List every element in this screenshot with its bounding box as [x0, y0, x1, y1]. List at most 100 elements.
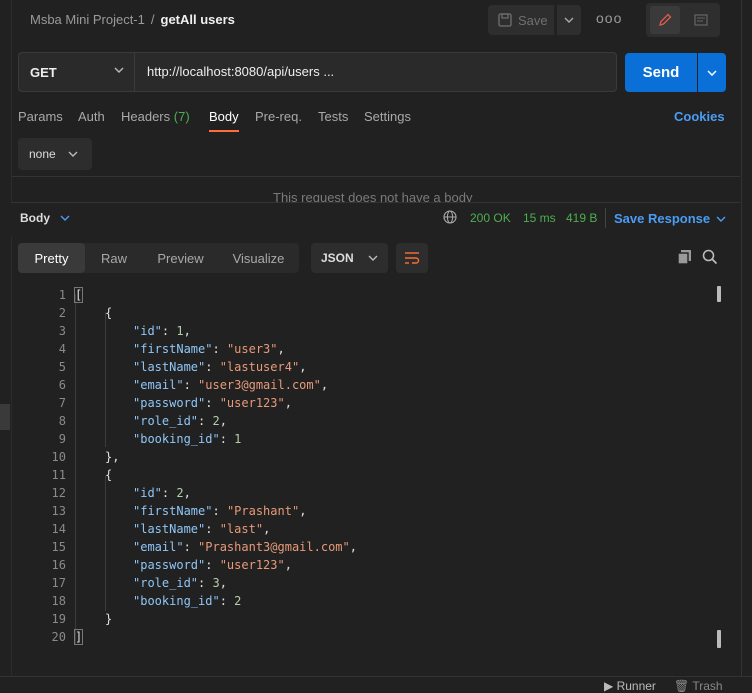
status-badge[interactable]: 200 OK — [470, 211, 511, 225]
code-line: "lastName": "last", — [133, 522, 271, 536]
tab-preview[interactable]: Preview — [143, 243, 218, 273]
send-button[interactable]: Send — [625, 53, 697, 92]
breadcrumb-separator: / — [150, 12, 155, 27]
save-response-label: Save Response — [614, 211, 711, 226]
trash-button[interactable]: 🗑 Trash — [674, 679, 723, 693]
code-line: "password": "user123", — [133, 558, 292, 572]
line-number: 14 — [51, 522, 66, 536]
cookies-link[interactable]: Cookies — [674, 109, 725, 124]
line-number: 19 — [51, 612, 66, 626]
response-body-label: Body — [20, 211, 50, 225]
scrollbar-thumb[interactable] — [717, 630, 721, 648]
format-select[interactable]: JSON — [311, 243, 388, 273]
edit-button[interactable] — [650, 6, 680, 34]
tab-auth[interactable]: Auth — [78, 109, 105, 124]
line-number: 10 — [51, 450, 66, 464]
response-size[interactable]: 419 B — [566, 211, 597, 225]
line-number: 12 — [51, 486, 66, 500]
indent-guide — [105, 476, 106, 611]
save-icon — [498, 13, 512, 27]
line-number: 17 — [51, 576, 66, 590]
response-time[interactable]: 15 ms — [523, 211, 556, 225]
active-tab-indicator — [209, 130, 239, 132]
code-line: "booking_id": 1 — [133, 432, 242, 446]
code-line: "lastName": "lastuser4", — [133, 360, 307, 374]
tab-prereq[interactable]: Pre-req. — [255, 109, 302, 124]
divider — [605, 208, 606, 228]
document-icon — [694, 14, 708, 26]
code-line: "role_id": 3, — [133, 576, 227, 590]
line-number: 15 — [51, 540, 66, 554]
trash-label: Trash — [692, 679, 723, 693]
breadcrumb-collection[interactable]: Msba Mini Project-1 — [30, 12, 145, 27]
code-line: [ — [73, 287, 84, 303]
chevron-down-icon — [68, 151, 78, 157]
code-line: } — [105, 612, 113, 626]
save-button[interactable]: Save — [488, 5, 554, 35]
tab-settings[interactable]: Settings — [364, 109, 411, 124]
code-line: "email": "Prashant3@gmail.com", — [133, 540, 357, 554]
code-line: "password": "user123", — [133, 396, 292, 410]
body-type-label: none — [29, 147, 56, 161]
chevron-down-icon — [368, 255, 378, 261]
code-line: "firstName": "user3", — [133, 342, 285, 356]
tab-params[interactable]: Params — [18, 109, 63, 124]
line-number: 5 — [58, 360, 66, 374]
breadcrumb-request[interactable]: getAll users — [161, 12, 235, 27]
line-number: 18 — [51, 594, 66, 608]
search-button[interactable] — [702, 249, 718, 270]
code-line: "firstName": "Prashant", — [133, 504, 307, 518]
headers-count-badge: (7) — [173, 109, 190, 124]
runner-button[interactable]: ▶ Runner — [604, 679, 656, 693]
right-tool-group — [646, 3, 720, 37]
indent-guide — [105, 312, 106, 447]
wrap-icon — [405, 252, 420, 264]
body-type-select[interactable]: none — [18, 138, 92, 170]
sidebar-resize-handle[interactable] — [0, 404, 10, 430]
save-label: Save — [518, 12, 548, 28]
url-input[interactable]: http://localhost:8080/api/users ... — [147, 64, 334, 79]
save-response-button[interactable]: Save Response — [614, 211, 726, 226]
code-line: "booking_id": 2 — [133, 594, 242, 608]
line-number: 7 — [58, 396, 66, 410]
more-options-button[interactable]: ooo — [596, 10, 622, 26]
line-number: 20 — [51, 630, 66, 644]
divider — [11, 176, 740, 177]
chevron-down-icon — [716, 216, 726, 222]
save-dropdown-button[interactable] — [557, 5, 581, 35]
line-number: 16 — [51, 558, 66, 572]
response-code-editor[interactable]: 1 2 3 4 5 6 7 8 9 10 11 12 13 14 15 16 1… — [11, 284, 716, 654]
code-line: }, — [105, 450, 120, 464]
copy-button[interactable] — [677, 249, 693, 270]
response-body-select[interactable]: Body — [20, 211, 70, 225]
tab-pretty[interactable]: Pretty — [18, 243, 85, 273]
send-dropdown-button[interactable] — [698, 53, 726, 92]
tab-raw[interactable]: Raw — [85, 243, 143, 273]
tab-visualize[interactable]: Visualize — [218, 243, 299, 273]
method-label: GET — [30, 64, 57, 80]
line-number: 1 — [58, 288, 66, 302]
tab-headers[interactable]: Headers (7) — [121, 109, 190, 124]
code-line: "role_id": 2, — [133, 414, 227, 428]
method-select[interactable]: GET — [19, 53, 135, 91]
tab-body[interactable]: Body — [209, 109, 239, 124]
line-number: 13 — [51, 504, 66, 518]
wrap-lines-button[interactable] — [396, 243, 428, 273]
breadcrumb: Msba Mini Project-1 / getAll users — [30, 12, 235, 27]
tab-headers-label: Headers — [121, 109, 171, 124]
indent-guide — [75, 294, 76, 644]
documentation-button[interactable] — [686, 6, 716, 34]
scrollbar-thumb[interactable] — [717, 286, 721, 302]
copy-icon — [677, 250, 691, 265]
runner-label: Runner — [616, 679, 656, 693]
format-label: JSON — [321, 251, 354, 265]
view-mode-tabs: Pretty Raw Preview Visualize — [18, 243, 299, 273]
line-number: 3 — [58, 324, 66, 338]
line-number: 11 — [51, 468, 66, 482]
code-line: ] — [73, 629, 84, 645]
globe-icon[interactable] — [443, 210, 457, 229]
code-line: "id": 1, — [133, 324, 191, 338]
tab-tests[interactable]: Tests — [318, 109, 348, 124]
search-icon — [702, 249, 718, 265]
chevron-down-icon — [60, 215, 70, 221]
